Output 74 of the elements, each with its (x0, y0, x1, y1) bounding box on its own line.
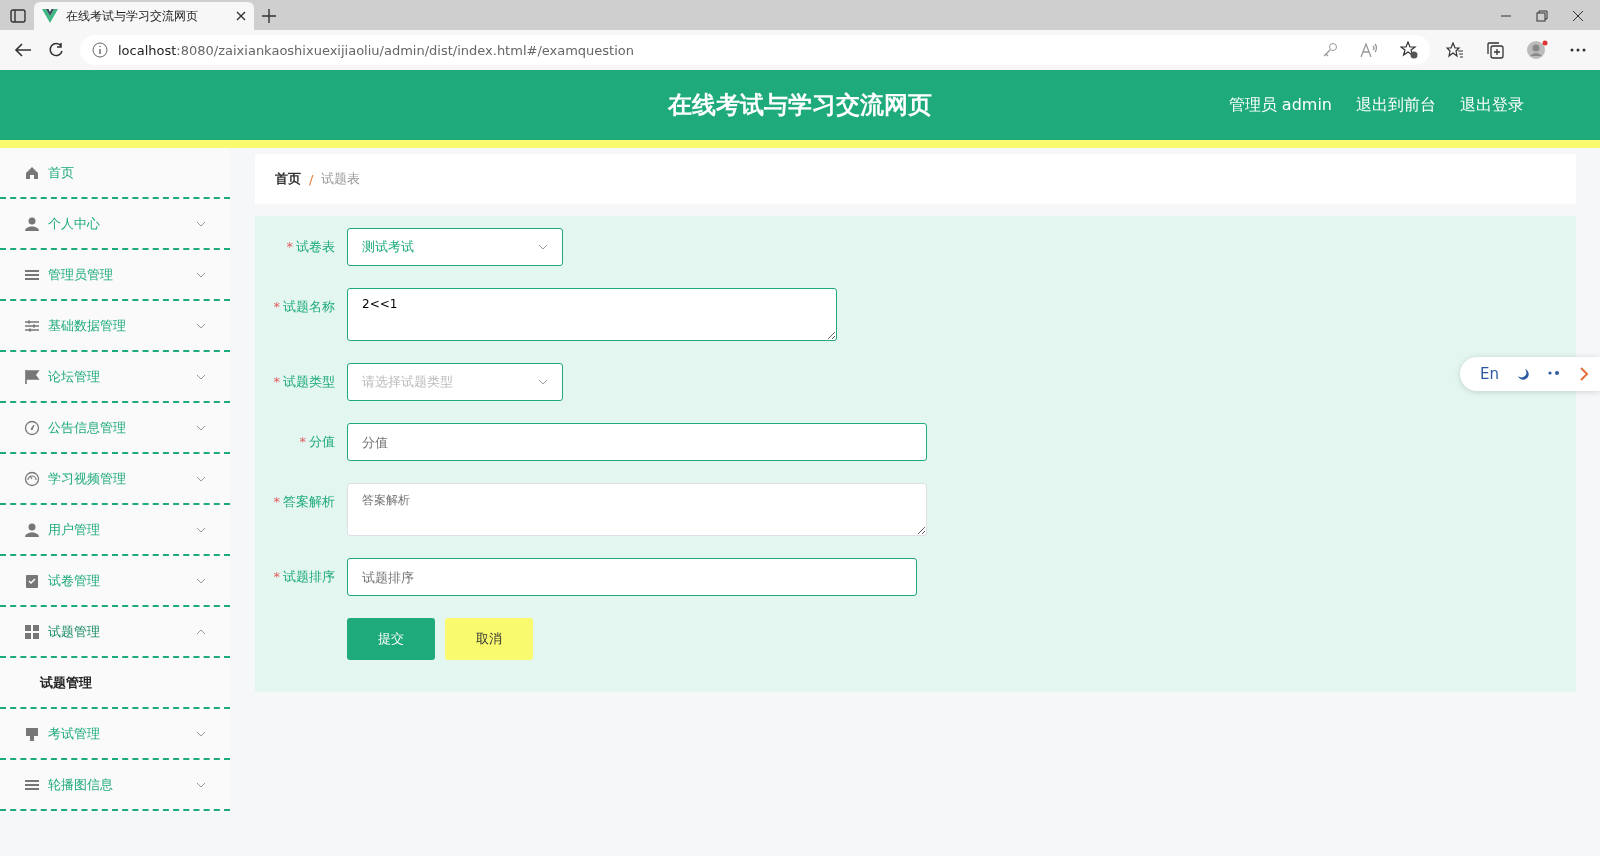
more-icon[interactable] (1570, 48, 1586, 52)
moon-icon[interactable] (1517, 368, 1529, 380)
menu-item-icon (24, 419, 40, 436)
favorites-icon[interactable] (1446, 42, 1464, 58)
sidebar-item[interactable]: 考试管理 (0, 709, 230, 760)
text-area[interactable]: 2<<1 (347, 288, 837, 341)
sidebar-item[interactable]: 公告信息管理 (0, 403, 230, 454)
field-label: * 试卷表 (285, 238, 336, 256)
sidebar-item[interactable]: 首页 (0, 148, 230, 199)
field-label: * 分值 (298, 433, 336, 451)
menu-item-icon (24, 368, 40, 385)
key-icon[interactable] (1322, 42, 1338, 58)
sidebar-item[interactable]: 论坛管理 (0, 352, 230, 403)
user-label: 管理员 admin (1228, 94, 1332, 116)
tab-title: 在线考试与学习交流网页 (66, 7, 199, 25)
menu-item-icon (24, 725, 40, 742)
required-mark: * (299, 434, 306, 449)
required-mark: * (273, 569, 280, 584)
header-link[interactable]: 退出登录 (1460, 94, 1524, 116)
reload-icon[interactable] (48, 42, 64, 58)
sidebar-item[interactable]: 个人中心 (0, 199, 230, 250)
site-title: 在线考试与学习交流网页 (668, 90, 932, 121)
profile-avatar-icon[interactable] (1526, 40, 1548, 60)
breadcrumb-item: 试题表 (321, 170, 361, 188)
new-tab-icon[interactable] (262, 9, 276, 23)
collections-icon[interactable] (1486, 41, 1504, 59)
close-icon[interactable] (1572, 10, 1584, 22)
restore-icon[interactable] (1536, 10, 1548, 22)
required-mark: * (273, 494, 280, 509)
menu-item-icon (24, 470, 40, 487)
chevron-icon (538, 243, 548, 251)
required-mark: * (273, 299, 280, 314)
vue-logo-icon (42, 9, 58, 23)
url-text: localhost:8080/zaixiankaoshixuexijiaoliu/admin/dist/index.html#/examquestion (118, 42, 635, 58)
sidebar-item[interactable]: 学习视频管理 (0, 454, 230, 505)
header-link[interactable]: 退出到前台 (1356, 94, 1436, 116)
back-icon[interactable] (14, 42, 32, 58)
sidebar-item[interactable]: 管理员管理 (0, 250, 230, 301)
chevron-icon (538, 378, 548, 386)
select-field[interactable]: 测试考试 (347, 228, 563, 266)
address-bar[interactable]: localhost:8080/zaixiankaoshixuexijiaoliu/admin/dist/index.html#/examquestion (80, 35, 1430, 65)
sidebar-item[interactable]: 试卷管理 (0, 556, 230, 607)
input-field[interactable]: 试题排序 (347, 558, 917, 596)
sidebar-item[interactable]: 试题管理 (0, 607, 230, 658)
field-label: * 试题名称 (272, 298, 336, 316)
submit-button[interactable]: 提交 (347, 618, 435, 660)
menu-item-icon (24, 572, 40, 589)
breadcrumb-separator: / (309, 171, 314, 187)
sidebar-item[interactable]: 基础数据管理 (0, 301, 230, 352)
menu-item-icon (24, 521, 40, 538)
browser-tab[interactable]: 在线考试与学习交流网页 (34, 2, 254, 30)
read-aloud-icon[interactable] (1360, 42, 1378, 58)
tab-actions-icon[interactable] (10, 8, 26, 24)
menu-item-icon (24, 623, 40, 640)
breadcrumb-item[interactable]: 首页 (275, 170, 301, 188)
select-field[interactable]: 请选择试题类型 (347, 363, 563, 401)
required-mark: * (286, 239, 293, 254)
field-label: * 试题排序 (272, 568, 336, 586)
submenu-item[interactable]: 试题管理 (0, 658, 230, 709)
close-icon[interactable] (236, 11, 246, 21)
sidebar-item[interactable]: 用户管理 (0, 505, 230, 556)
required-mark: * (273, 374, 280, 389)
field-label: * 答案解析 (272, 493, 336, 511)
input-field[interactable]: 分值 (347, 423, 927, 461)
add-favorite-icon[interactable] (1400, 41, 1418, 59)
chevron-right-icon[interactable] (1579, 367, 1589, 381)
menu-item-icon (24, 164, 40, 181)
menu-item-icon (24, 215, 40, 232)
field-label: * 试题类型 (272, 373, 336, 391)
language-toggle[interactable]: En (1480, 365, 1499, 383)
text-area[interactable]: 答案解析 (347, 483, 927, 536)
cancel-button[interactable]: 取消 (445, 618, 533, 660)
info-icon[interactable] (92, 42, 108, 58)
sidebar-item[interactable]: 轮播图信息 (0, 760, 230, 811)
